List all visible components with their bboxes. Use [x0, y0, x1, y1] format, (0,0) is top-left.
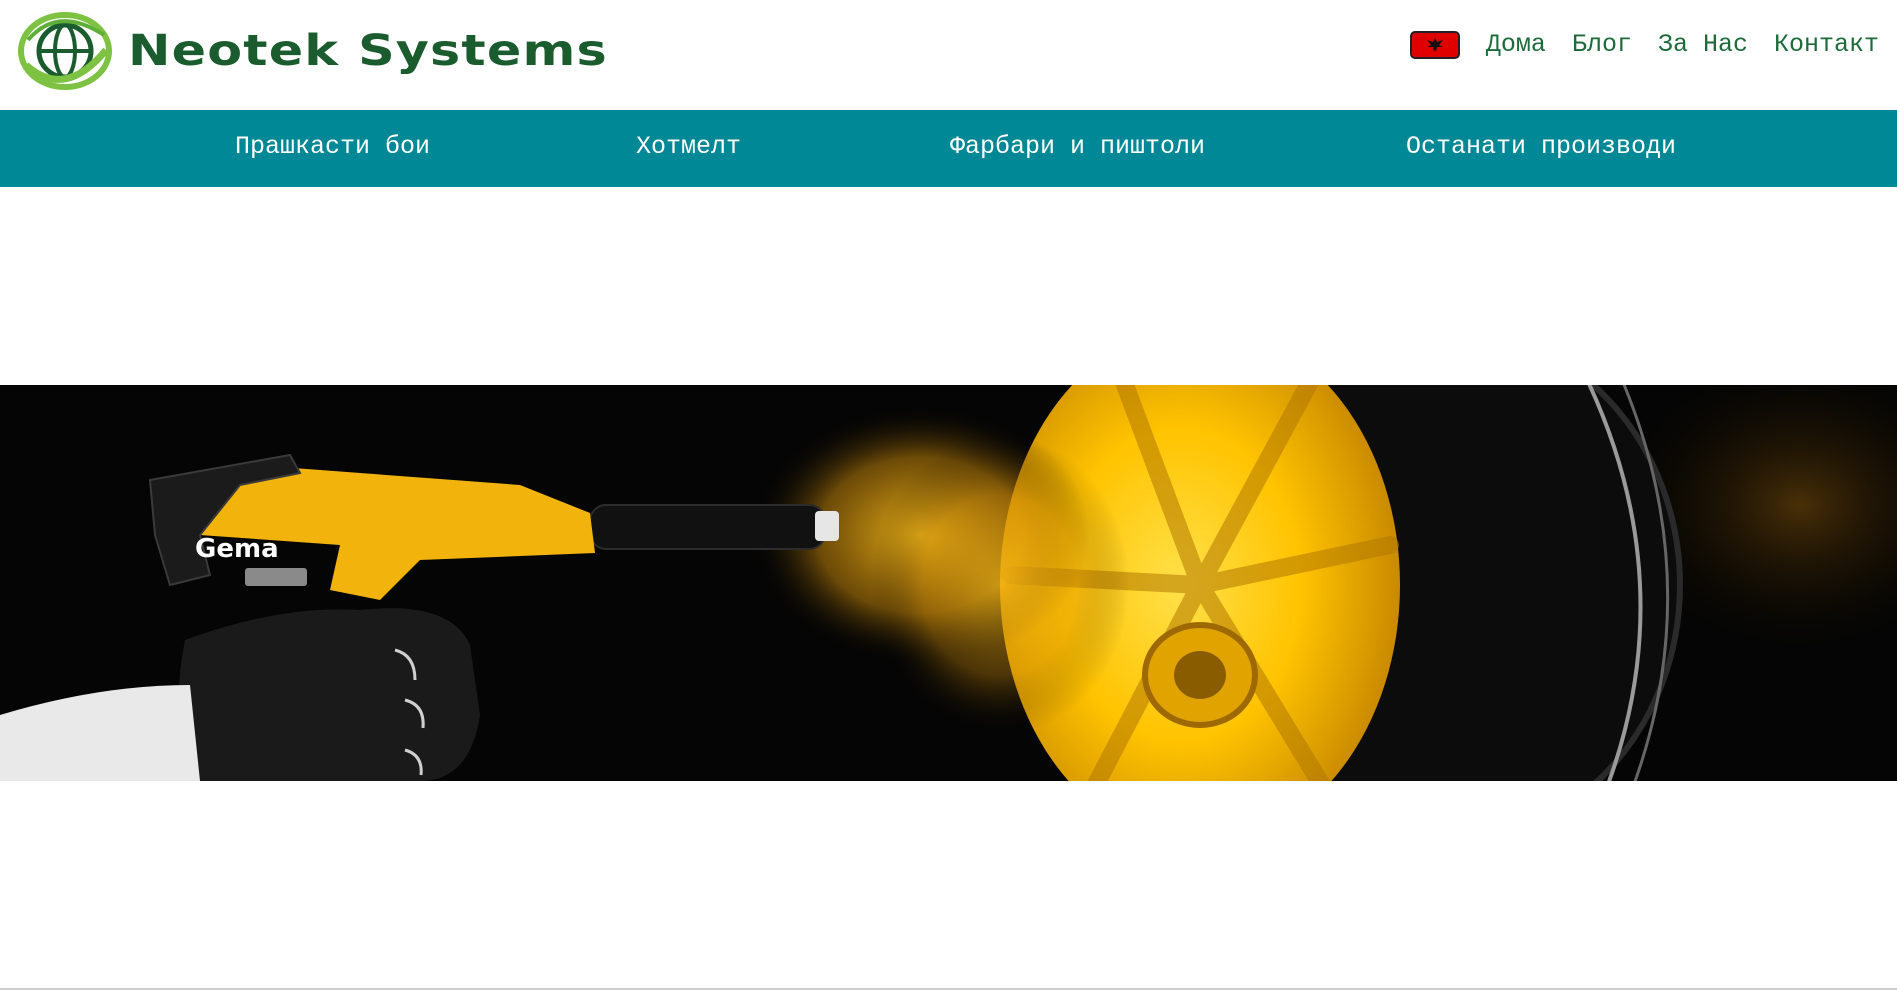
logo[interactable]: Neotek Systems	[18, 10, 607, 92]
footer-divider	[0, 988, 1897, 990]
category-other-products[interactable]: Останати производи	[1406, 132, 1676, 161]
nav-blog-link[interactable]: Блог	[1572, 30, 1632, 59]
globe-logo-icon	[18, 12, 112, 90]
nav-about-link[interactable]: За Нас	[1658, 30, 1748, 59]
site-header: Neotek Systems Дома Блог За Нас Контакт	[0, 0, 1897, 110]
category-painters-and-guns[interactable]: Фарбари и пиштоли	[950, 132, 1205, 161]
albanian-flag-icon[interactable]	[1409, 30, 1460, 59]
eagle-icon	[1426, 37, 1443, 52]
hero-banner-image: Gema	[0, 385, 1897, 781]
category-powder-paints[interactable]: Прашкасти бои	[235, 132, 430, 161]
top-navigation: Дома Блог За Нас Контакт	[1409, 30, 1879, 59]
gema-brand-label: Gema	[195, 534, 279, 564]
nav-contact-link[interactable]: Контакт	[1774, 30, 1879, 59]
category-navigation: Прашкасти бои Хотмелт Фарбари и пиштоли …	[0, 110, 1897, 187]
spray-gun-wheel-illustration: Gema	[0, 385, 1897, 781]
brand-name: Neotek Systems	[128, 26, 608, 76]
nav-home-link[interactable]: Дома	[1486, 30, 1546, 59]
category-hotmelt[interactable]: Хотмелт	[636, 132, 741, 161]
